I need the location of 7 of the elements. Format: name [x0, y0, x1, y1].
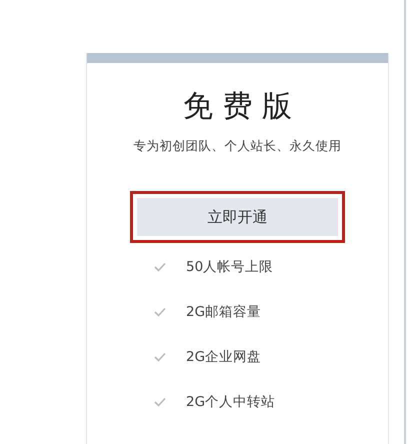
feature-text: 50人帐号上限 [186, 258, 274, 277]
plan-subtitle: 专为初创团队、个人站长、永久使用 [134, 137, 342, 155]
plan-title: 免 费 版 [182, 88, 292, 126]
feature-text: 2G邮箱容量 [186, 302, 262, 322]
feature-text: 2G个人中转站 [186, 392, 276, 412]
feature-text: 2G企业网盘 [186, 348, 262, 367]
activate-button[interactable]: 立即开通 [137, 198, 338, 236]
